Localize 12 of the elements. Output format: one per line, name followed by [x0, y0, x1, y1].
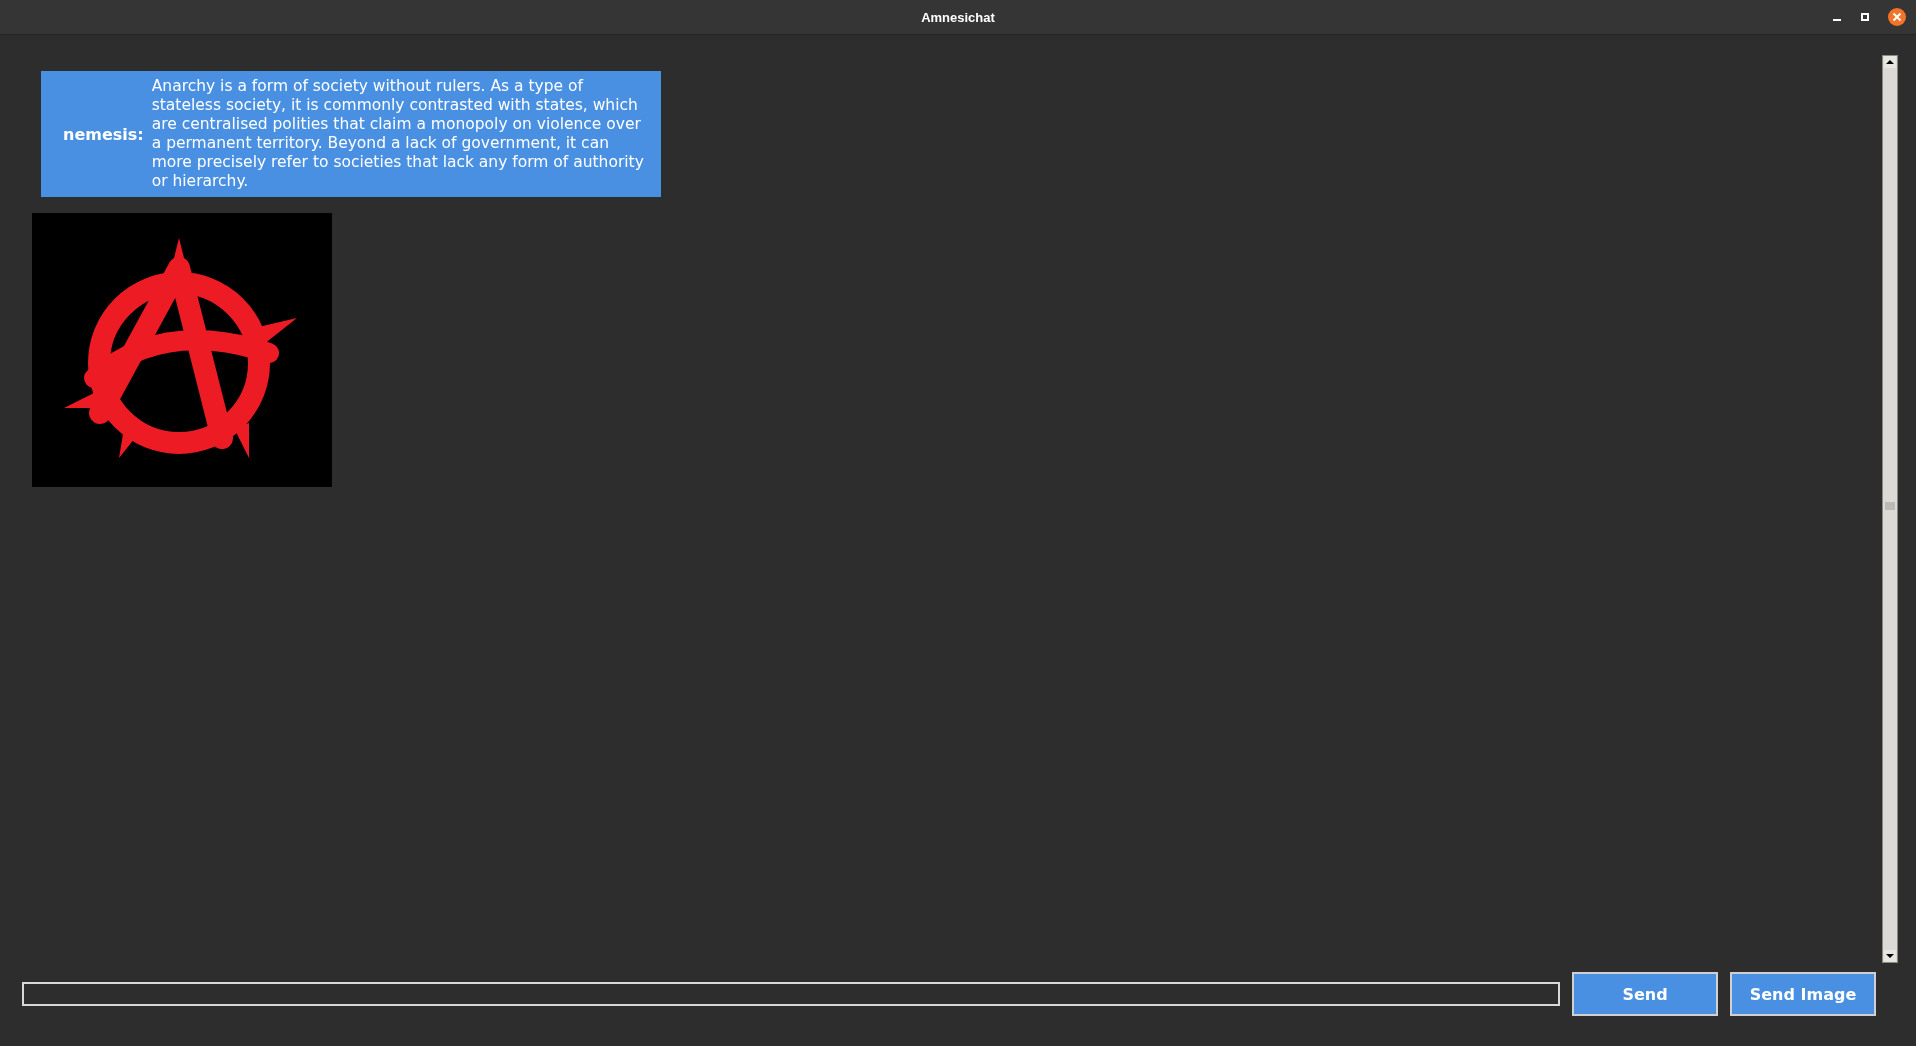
- scroll-up-icon[interactable]: [1884, 56, 1896, 68]
- message-text: Anarchy is a form of society without rulers. As a type of stateless society, it is commonly contrasted with states, which are centralised polities that claim a monopoly on violence over a permanent territory. Beyond a lack of government, it can more precisely refer to societies that lack any form of authority or hierarchy.: [151, 77, 645, 191]
- scrollbar[interactable]: [1882, 55, 1898, 963]
- window-title: Amnesichat: [921, 9, 995, 25]
- send-button[interactable]: Send Image: [1730, 972, 1876, 1016]
- message-input[interactable]: [22, 982, 1560, 1006]
- close-icon[interactable]: [1888, 8, 1906, 26]
- maximize-icon[interactable]: [1860, 12, 1870, 22]
- sender-name: nemesis:: [63, 124, 144, 144]
- scroll-grip-icon[interactable]: [1885, 502, 1895, 510]
- send-button[interactable]: Send: [1572, 972, 1718, 1016]
- scroll-down-icon[interactable]: [1884, 950, 1896, 962]
